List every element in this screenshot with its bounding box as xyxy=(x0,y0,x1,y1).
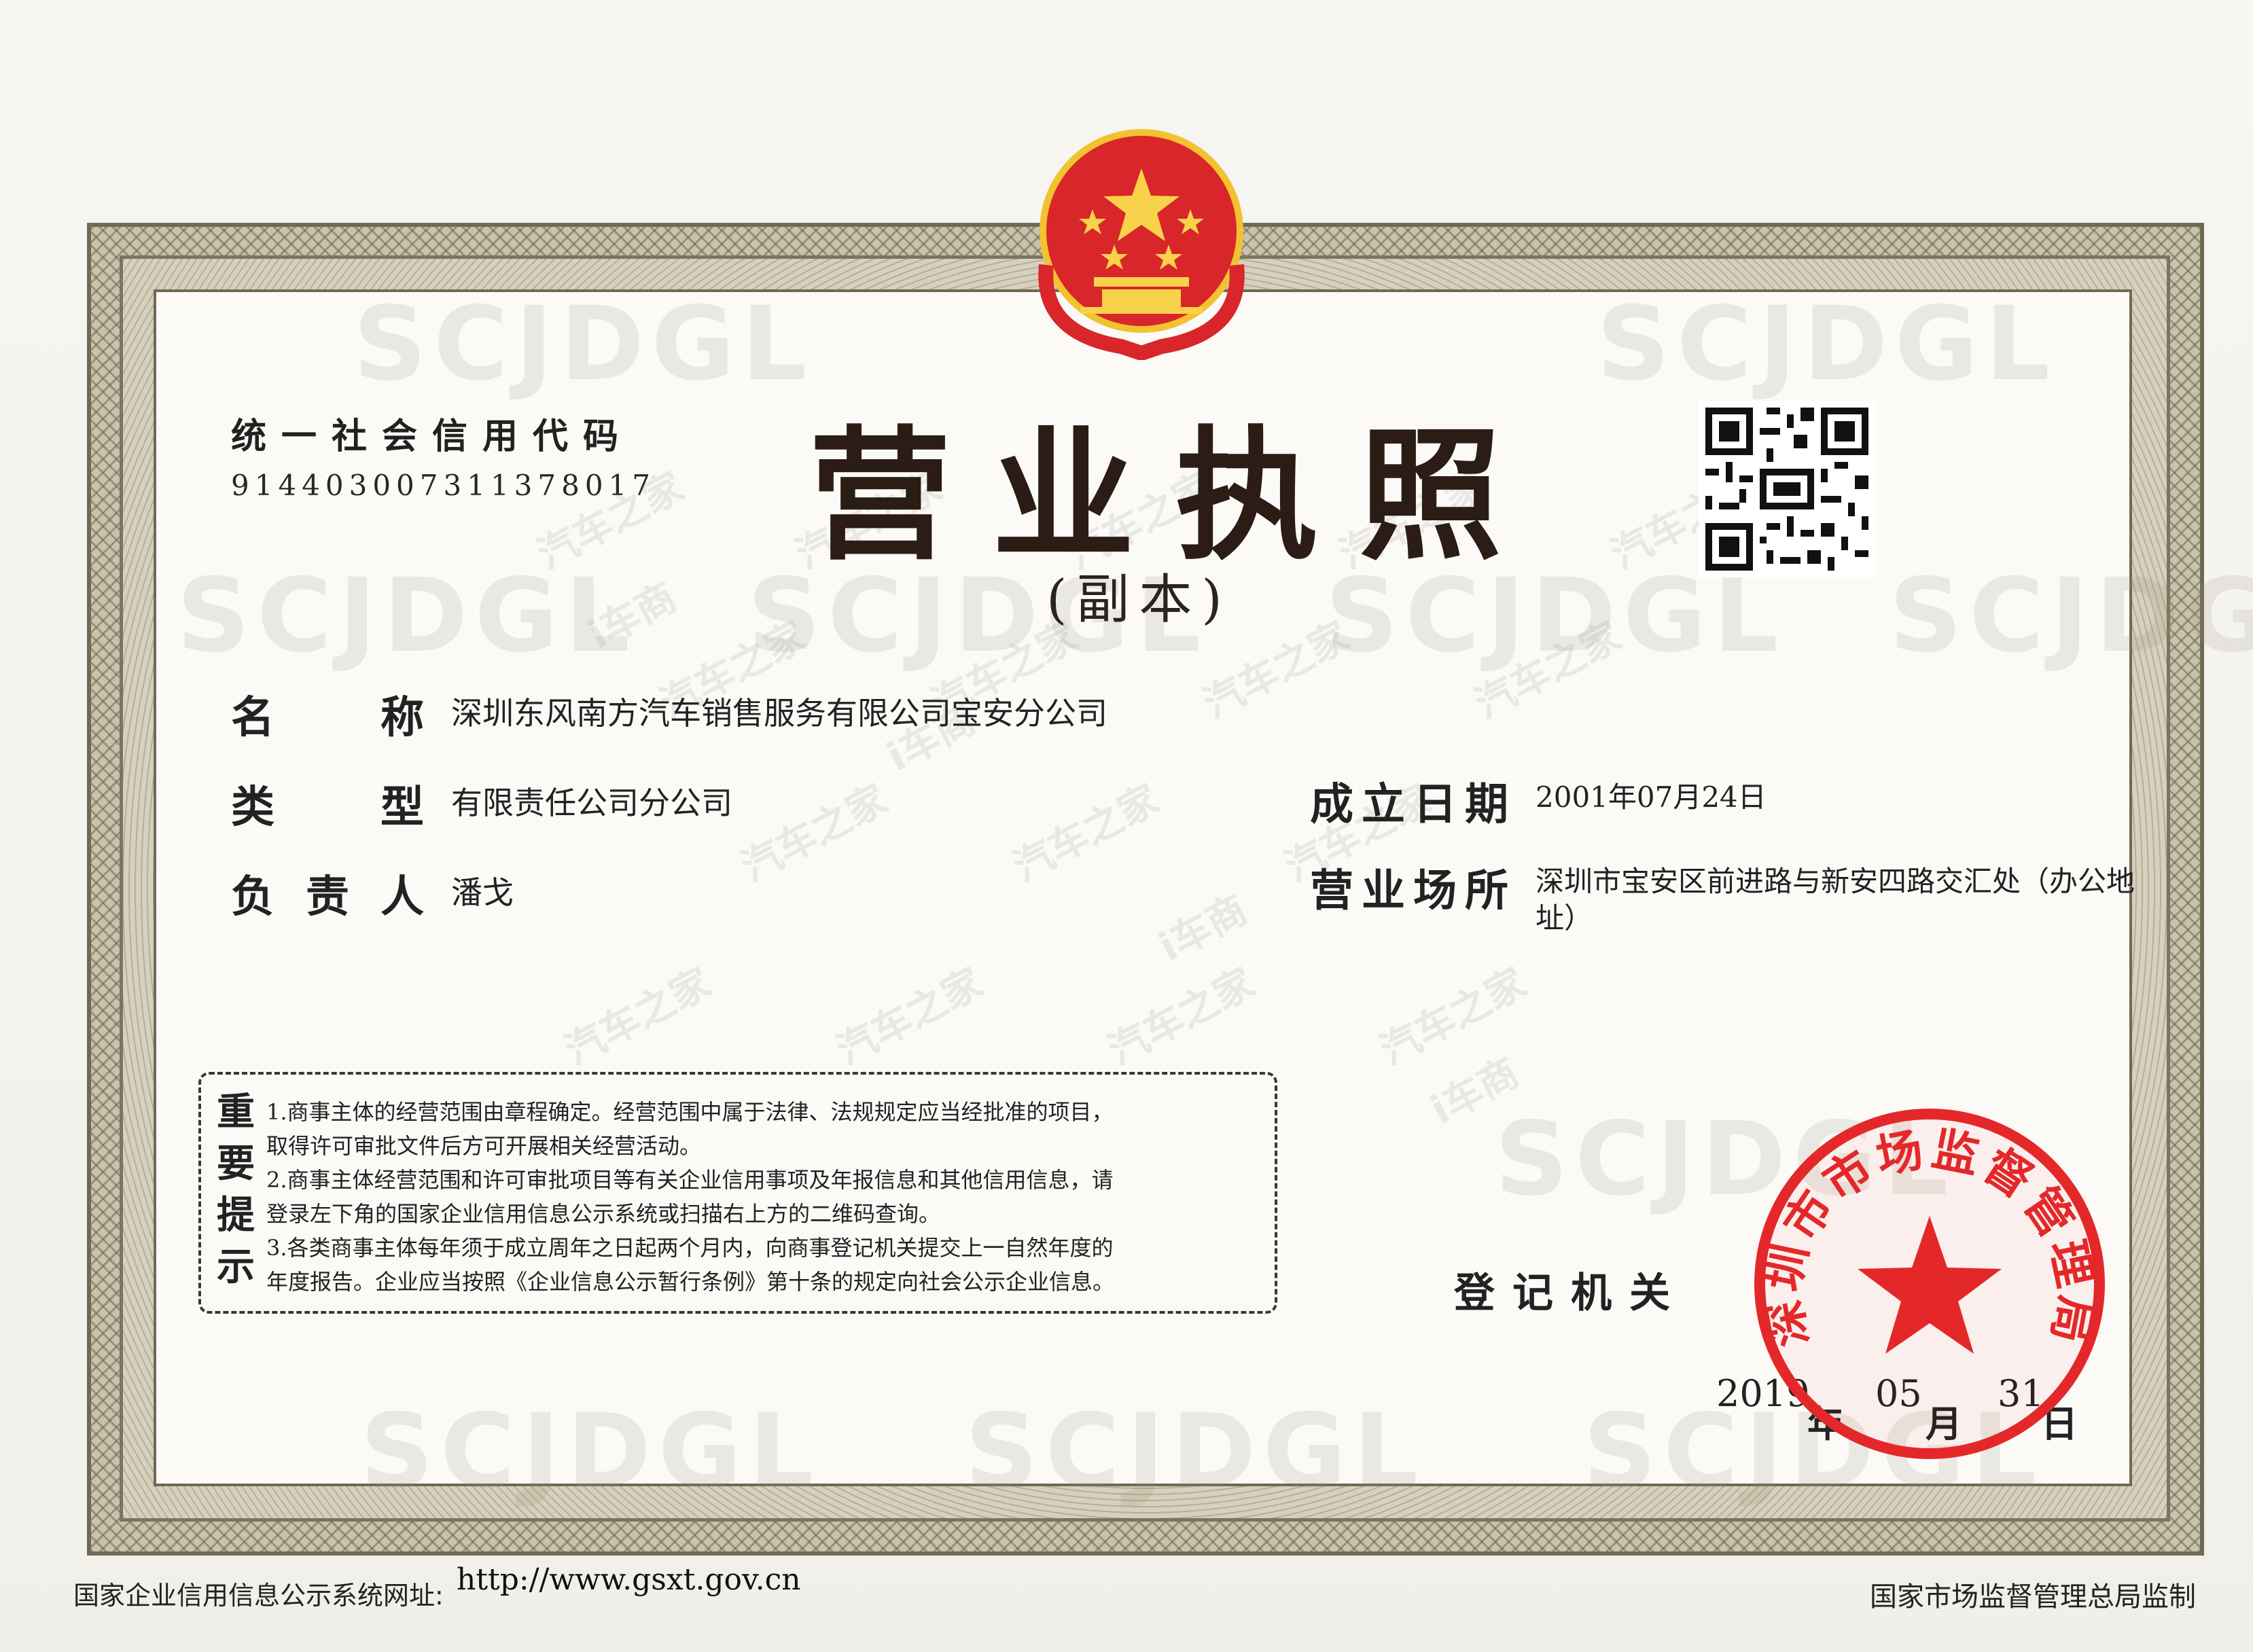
watermark-scjdgl: SCJDGL xyxy=(965,1393,1425,1511)
type-label-char: 型 xyxy=(380,783,424,833)
watermark-scjdgl: SCJDGL xyxy=(177,557,637,675)
notice-line: 3.各类商事主体每年须于成立周年之日起两个月内，向商事登记机关提交上一自然年度的 xyxy=(266,1235,1114,1261)
credit-code-value: 914403007311378017 xyxy=(231,469,656,502)
business-address-line1: 深圳市宝安区前进路与新安四路交汇处（办公地 xyxy=(1536,865,2135,898)
person-label-char: 人 xyxy=(380,872,424,922)
notice-title: 重 要 提 示 xyxy=(212,1087,260,1293)
notice-title-char: 要 xyxy=(217,1142,255,1186)
business-address-line2: 址） xyxy=(1536,901,1593,935)
notice-title-char: 提 xyxy=(217,1193,255,1238)
credit-code-label: 统一社会信用代码 xyxy=(231,416,634,457)
document-subtitle: (副本) xyxy=(1046,569,1232,630)
responsible-person-value: 潘戈 xyxy=(451,874,514,911)
qr-code-icon[interactable] xyxy=(1699,401,1875,577)
notice-line: 2.商事主体经营范围和许可审批项目等有关企业信用事项及年报信息和其他信用信息，请 xyxy=(266,1167,1114,1193)
person-label-char: 负 xyxy=(231,872,274,922)
established-date-value: 2001年07月24日 xyxy=(1536,780,1767,814)
business-address-label: 营业场所 xyxy=(1310,866,1516,916)
name-label-char: 称 xyxy=(380,693,424,743)
footer-system-label: 国家企业信用信息公示系统网址: xyxy=(73,1581,444,1611)
national-emblem-icon xyxy=(1038,129,1245,360)
type-label-char: 类 xyxy=(231,783,274,833)
notice-line: 1.商事主体的经营范围由章程确定。经营范围中属于法律、法规规定应当经批准的项目， xyxy=(266,1099,1114,1125)
person-label-char: 责 xyxy=(306,872,349,922)
watermark-scjdgl: SCJDGL xyxy=(353,285,814,403)
notice-title-char: 重 xyxy=(217,1090,255,1134)
company-type-value: 有限责任公司分公司 xyxy=(451,785,732,821)
footer-issuer: 国家市场监督管理总局监制 xyxy=(1870,1581,2196,1613)
watermark-scjdgl: SCJDGL xyxy=(1889,557,2253,675)
company-name-value: 深圳东风南方汽车销售服务有限公司宝安分公司 xyxy=(451,695,1107,732)
watermark-scjdgl: SCJDGL xyxy=(360,1393,821,1511)
watermark-scjdgl: SCJDGL xyxy=(1597,285,2057,403)
official-seal-icon: 深圳市市场监督管理局 xyxy=(1754,1109,2105,1459)
established-date-label: 成立日期 xyxy=(1310,780,1516,830)
notice-line: 取得许可审批文件后方可开展相关经营活动。 xyxy=(266,1133,702,1159)
notice-line: 登录左下角的国家企业信用信息公示系统或扫描右上方的二维码查询。 xyxy=(266,1201,941,1227)
notice-line: 年度报告。企业应当按照《企业信息公示暂行条例》第十条的规定向社会公示企业信息。 xyxy=(266,1269,1115,1295)
registration-authority-label: 登记机关 xyxy=(1454,1270,1688,1317)
footer-url-link[interactable]: http://www.gsxt.gov.cn xyxy=(457,1562,801,1597)
name-label-char: 名 xyxy=(231,693,274,743)
document-title: 营业执照 xyxy=(809,413,1543,579)
notice-title-char: 示 xyxy=(217,1245,255,1289)
